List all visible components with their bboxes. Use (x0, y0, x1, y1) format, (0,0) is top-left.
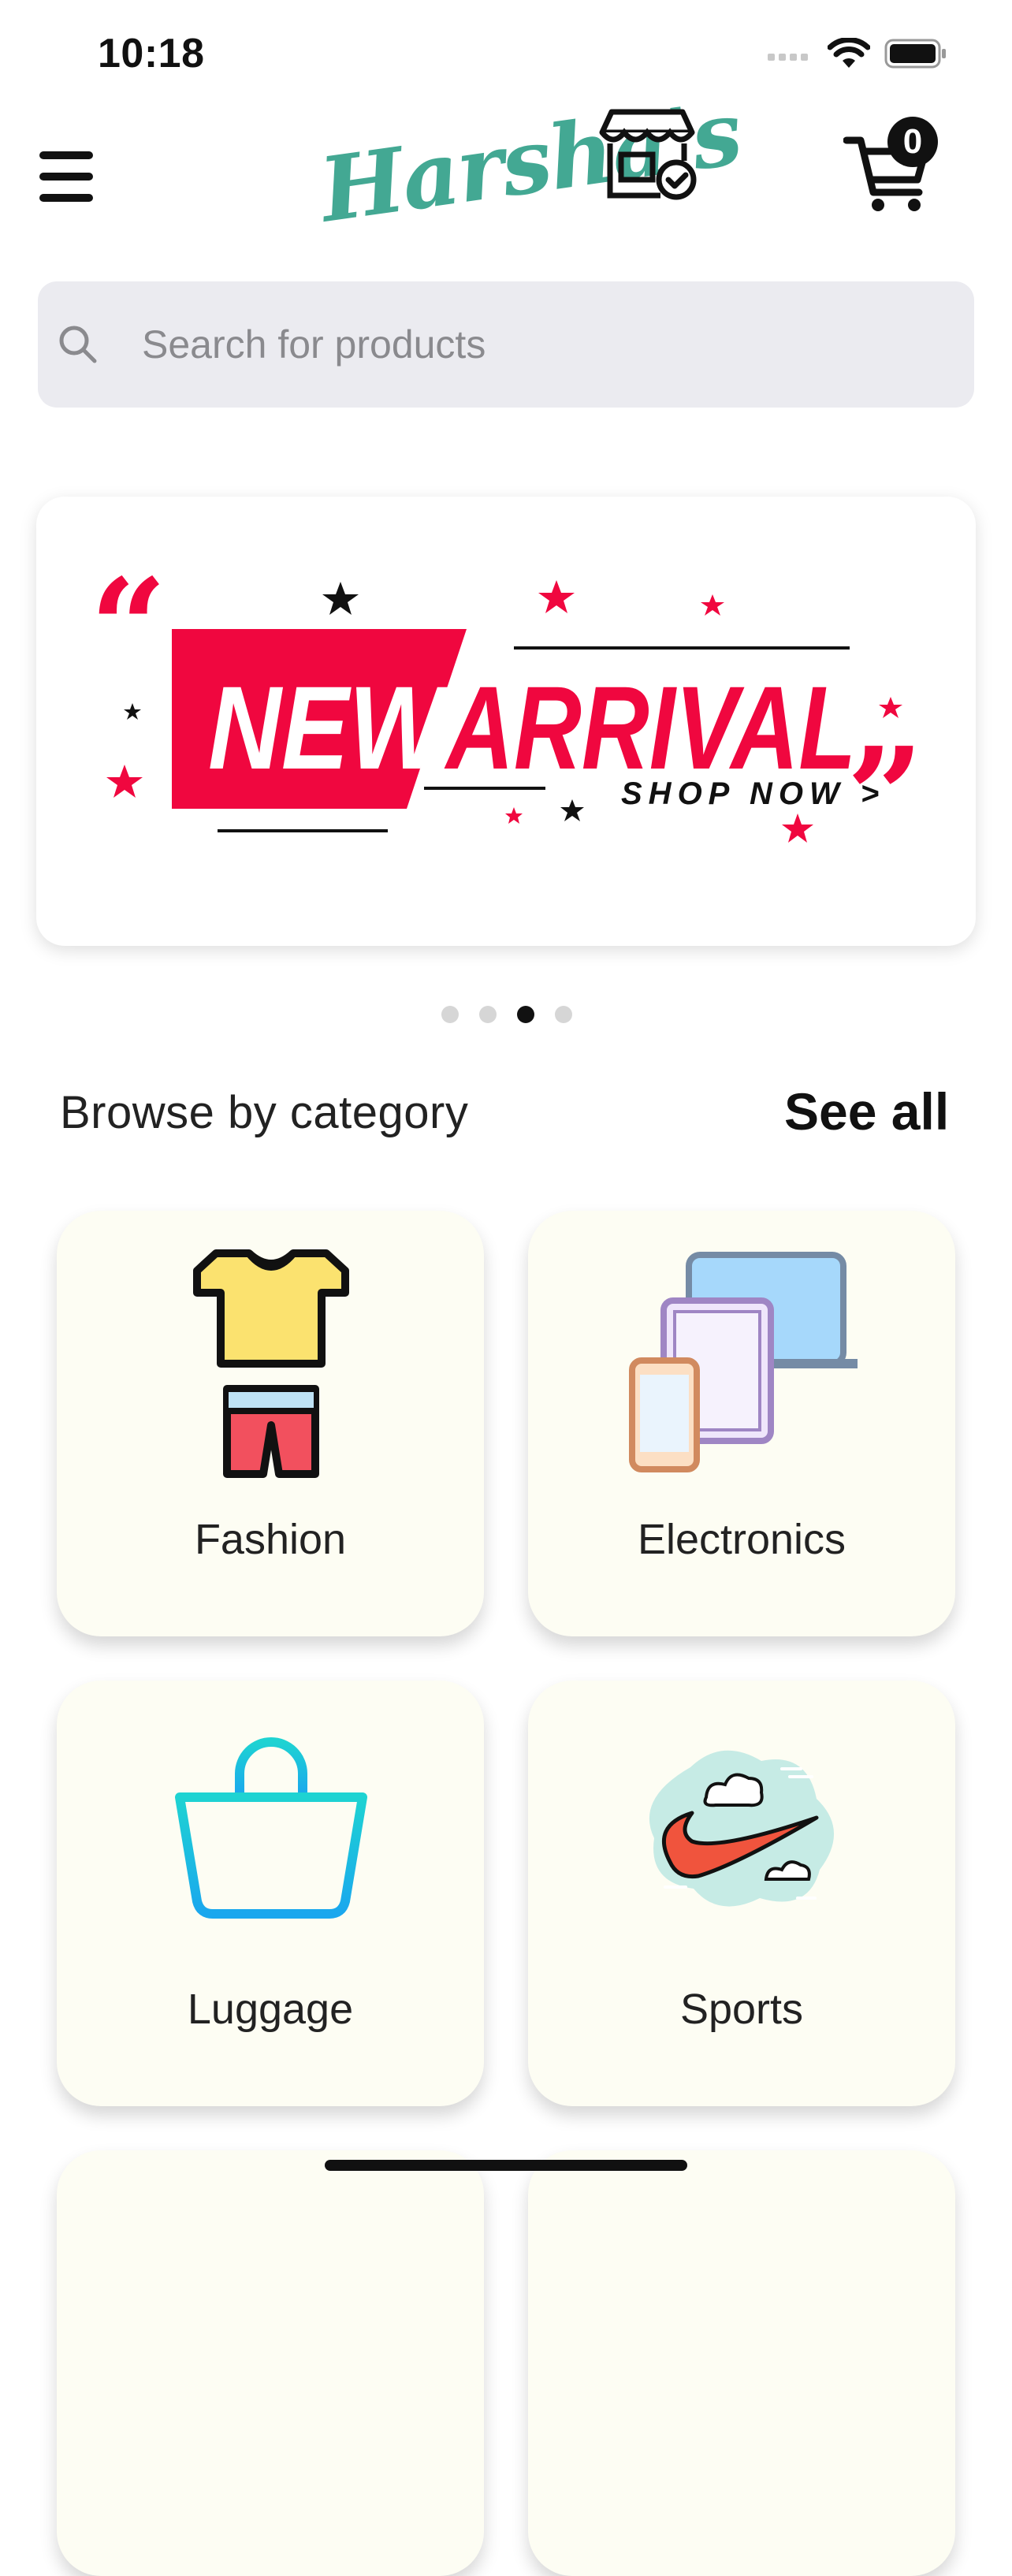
category-label: Electronics (637, 1516, 846, 1563)
carousel-dot-2[interactable] (479, 1006, 497, 1023)
status-icons (768, 38, 947, 69)
svg-text:“: “ (90, 549, 167, 707)
status-time: 10:18 (98, 31, 205, 76)
section-title: Browse by category (60, 1087, 469, 1138)
banner-new-text: NEW (208, 661, 452, 794)
promo-banner[interactable]: “ ” NEW ARRIVAL SHOP NOW > (36, 497, 976, 946)
cart-count-badge: 0 (887, 117, 938, 167)
category-card-luggage[interactable]: Luggage (57, 1681, 484, 2106)
category-label: Sports (679, 1986, 804, 2033)
banner-shop-now-text[interactable]: SHOP NOW > (621, 776, 885, 811)
category-card-fashion[interactable]: Fashion (57, 1211, 484, 1636)
swoosh-icon (649, 1750, 835, 1907)
shopping-bag-icon (175, 1737, 367, 1919)
cellular-signal-icon (768, 54, 808, 61)
search-icon (59, 326, 97, 363)
cart-button[interactable]: 0 (843, 117, 938, 214)
category-card-electronics[interactable]: Electronics (528, 1211, 955, 1636)
category-card-partial-left[interactable] (57, 2150, 484, 2576)
battery-icon (884, 39, 946, 69)
banner-arrival-text: ARRIVAL (444, 661, 856, 794)
home-indicator[interactable] (325, 2160, 687, 2171)
store-icon (599, 109, 697, 200)
carousel-dot-3[interactable] (517, 1006, 534, 1023)
search-input[interactable] (140, 321, 932, 368)
category-label: Luggage (187, 1986, 354, 2033)
devices-icon (629, 1252, 858, 1472)
category-label: Fashion (194, 1516, 347, 1563)
new-arrival-banner-graphic: “ ” NEW ARRIVAL SHOP NOW > (90, 549, 924, 876)
carousel-dot-4[interactable] (555, 1006, 572, 1023)
carousel-dots[interactable] (441, 1006, 572, 1023)
hamburger-menu-icon[interactable] (39, 151, 93, 202)
category-card-partial-right[interactable] (528, 2150, 955, 2576)
category-card-sports[interactable]: Sports (528, 1681, 955, 2106)
carousel-dot-1[interactable] (441, 1006, 459, 1023)
wifi-icon (828, 38, 870, 68)
see-all-link[interactable]: See all (784, 1081, 949, 1141)
search-bar[interactable] (38, 281, 974, 408)
tshirt-shorts-icon (193, 1249, 349, 1478)
